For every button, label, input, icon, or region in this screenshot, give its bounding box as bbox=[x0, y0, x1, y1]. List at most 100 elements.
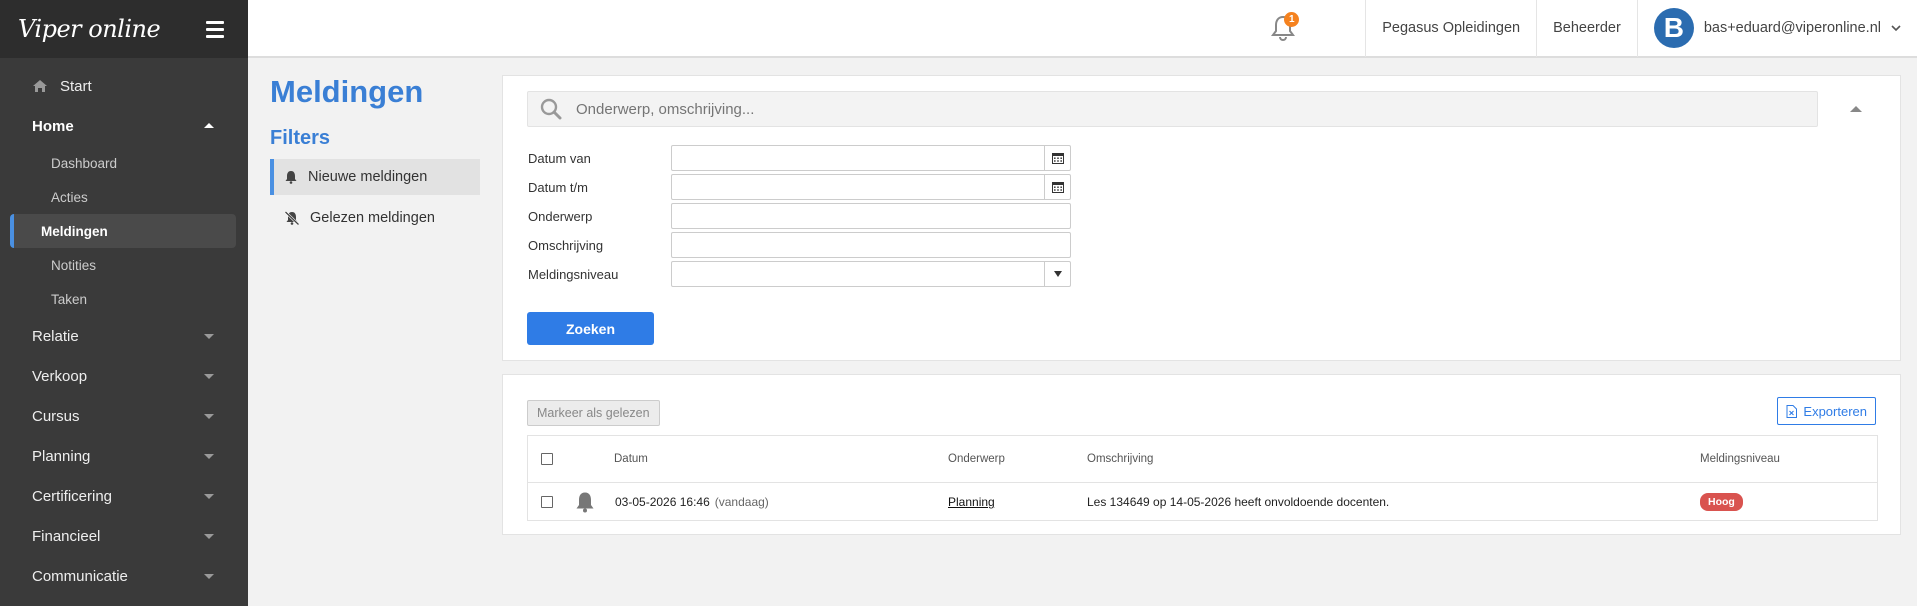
sidebar-item-verkoop[interactable]: Verkoop bbox=[0, 356, 248, 396]
row-onderwerp-cell: Planning bbox=[948, 483, 995, 521]
filter-label: Nieuwe meldingen bbox=[308, 169, 428, 185]
sidebar-item-relatie[interactable]: Relatie bbox=[0, 316, 248, 356]
sidebar-item-label: Relatie bbox=[32, 327, 79, 345]
chevron-down-icon bbox=[204, 414, 214, 419]
sidebar-item-label: Cursus bbox=[32, 407, 80, 425]
sidebar-item-label: Planning bbox=[32, 447, 91, 465]
field-label: Datum van bbox=[528, 150, 591, 166]
field-label: Meldingsniveau bbox=[528, 266, 619, 282]
row-datum-cell: 03-05-2026 16:46 (vandaag) bbox=[615, 483, 769, 521]
datum-van-input[interactable] bbox=[671, 145, 1071, 171]
sidebar-item-communicatie[interactable]: Communicatie bbox=[0, 556, 248, 596]
export-button[interactable]: Exporteren bbox=[1777, 397, 1876, 425]
filter-gelezen-meldingen[interactable]: Gelezen meldingen bbox=[270, 200, 480, 236]
app-logo[interactable]: Viper online bbox=[18, 15, 161, 43]
sidebar: Viper online Start Home Dashboard Acties… bbox=[0, 0, 248, 606]
field-row-datum-van: Datum van bbox=[528, 145, 1071, 171]
column-header-datum[interactable]: Datum bbox=[614, 436, 648, 482]
filters-title: Filters bbox=[270, 127, 331, 149]
field-row-datum-tm: Datum t/m bbox=[528, 174, 1071, 200]
bell-slash-icon bbox=[284, 211, 300, 225]
field-row-onderwerp: Onderwerp bbox=[528, 203, 1071, 229]
dropdown-arrow-icon bbox=[1044, 262, 1070, 286]
chevron-up-icon bbox=[204, 123, 214, 128]
menu-toggle-icon[interactable] bbox=[206, 20, 224, 38]
field-label: Onderwerp bbox=[528, 208, 593, 224]
file-export-icon bbox=[1786, 404, 1798, 418]
search-input[interactable] bbox=[576, 100, 1776, 118]
calendar-icon[interactable] bbox=[1044, 175, 1070, 199]
export-label: Exporteren bbox=[1803, 403, 1867, 419]
omschrijving-input[interactable] bbox=[671, 232, 1071, 258]
sidebar-subitem-acties[interactable]: Acties bbox=[10, 180, 236, 214]
sidebar-item-label: Start bbox=[60, 77, 92, 95]
avatar: B bbox=[1653, 8, 1694, 48]
bell-icon bbox=[576, 492, 594, 513]
column-header-onderwerp[interactable]: Onderwerp bbox=[948, 436, 1005, 482]
chevron-down-icon bbox=[204, 334, 214, 339]
logo-bar: Viper online bbox=[0, 0, 248, 58]
sidebar-subitem-notities[interactable]: Notities bbox=[10, 248, 236, 282]
datum-tm-input[interactable] bbox=[671, 174, 1071, 200]
sidebar-subitem-meldingen[interactable]: Meldingen bbox=[10, 214, 236, 248]
table-row[interactable]: 03-05-2026 16:46 (vandaag) Planning Les … bbox=[528, 483, 1877, 521]
user-email: bas+eduard@viperonline.nl bbox=[1703, 20, 1881, 36]
row-icon-cell bbox=[574, 483, 596, 521]
sidebar-item-label: Financieel bbox=[32, 527, 101, 545]
chevron-down-icon bbox=[1891, 25, 1901, 32]
filter-nieuwe-meldingen[interactable]: Nieuwe meldingen bbox=[270, 159, 480, 195]
calendar-icon[interactable] bbox=[1044, 146, 1070, 170]
page-title: Meldingen bbox=[270, 74, 424, 109]
chevron-down-icon bbox=[204, 454, 214, 459]
column-header-omschrijving[interactable]: Omschrijving bbox=[1087, 436, 1153, 482]
sidebar-item-label: Communicatie bbox=[32, 567, 128, 585]
search-panel: Datum van Datum t/m Onderwerp Omschrijvi… bbox=[502, 75, 1901, 361]
sidebar-item-cursus[interactable]: Cursus bbox=[0, 396, 248, 436]
field-row-omschrijving: Omschrijving bbox=[528, 232, 1071, 258]
sidebar-item-label: Home bbox=[32, 117, 74, 135]
select-all-cell bbox=[541, 436, 553, 482]
chevron-down-icon bbox=[204, 534, 214, 539]
meldingsniveau-select[interactable] bbox=[671, 261, 1071, 287]
row-datum: 03-05-2026 16:46 bbox=[615, 495, 710, 509]
sidebar-subitem-dashboard[interactable]: Dashboard bbox=[10, 146, 236, 180]
onderwerp-input[interactable] bbox=[671, 203, 1071, 229]
row-omschrijving: Les 134649 op 14-05-2026 heeft onvoldoen… bbox=[1087, 495, 1390, 509]
role-link[interactable]: Beheerder bbox=[1536, 0, 1637, 57]
table-header: Datum Onderwerp Omschrijving Meldingsniv… bbox=[528, 436, 1877, 483]
row-select-cell bbox=[541, 483, 553, 521]
chevron-down-icon bbox=[204, 574, 214, 579]
bell-icon bbox=[285, 171, 297, 184]
select-all-checkbox[interactable] bbox=[541, 453, 553, 465]
field-row-meldingsniveau: Meldingsniveau bbox=[528, 261, 1071, 287]
search-icon bbox=[540, 98, 562, 120]
collapse-panel-icon[interactable] bbox=[1850, 106, 1862, 112]
sidebar-item-financieel[interactable]: Financieel bbox=[0, 516, 248, 556]
sidebar-subitem-taken[interactable]: Taken bbox=[10, 282, 236, 316]
sidebar-item-planning[interactable]: Planning bbox=[0, 436, 248, 476]
sidebar-item-label: Verkoop bbox=[32, 367, 88, 385]
column-header-meldingsniveau[interactable]: Meldingsniveau bbox=[1700, 436, 1780, 482]
priority-badge: Hoog bbox=[1700, 493, 1743, 511]
mark-as-read-button[interactable]: Markeer als gelezen bbox=[527, 400, 660, 426]
row-relative-date: (vandaag) bbox=[714, 495, 769, 509]
row-checkbox[interactable] bbox=[541, 496, 553, 508]
field-label: Datum t/m bbox=[528, 179, 588, 195]
sidebar-item-home[interactable]: Home bbox=[0, 106, 248, 146]
home-icon bbox=[33, 80, 47, 92]
notifications-table: Datum Onderwerp Omschrijving Meldingsniv… bbox=[527, 435, 1878, 521]
row-onderwerp-link[interactable]: Planning bbox=[948, 495, 995, 509]
sidebar-nav: Start Home Dashboard Acties Meldingen No… bbox=[0, 58, 248, 596]
topbar: 1 Pegasus Opleidingen Beheerder B bas+ed… bbox=[248, 0, 1917, 58]
row-niveau-cell: Hoog bbox=[1700, 483, 1743, 521]
search-button[interactable]: Zoeken bbox=[527, 312, 654, 345]
chevron-down-icon bbox=[204, 374, 214, 379]
sidebar-item-certificering[interactable]: Certificering bbox=[0, 476, 248, 516]
organisation-link[interactable]: Pegasus Opleidingen bbox=[1365, 0, 1536, 57]
notifications-button[interactable]: 1 bbox=[1253, 0, 1313, 57]
sidebar-item-label: Certificering bbox=[32, 487, 113, 505]
user-menu[interactable]: B bas+eduard@viperonline.nl bbox=[1636, 0, 1917, 57]
filter-label: Gelezen meldingen bbox=[310, 210, 435, 226]
notification-count-badge: 1 bbox=[1284, 12, 1300, 27]
sidebar-item-start[interactable]: Start bbox=[0, 66, 248, 106]
